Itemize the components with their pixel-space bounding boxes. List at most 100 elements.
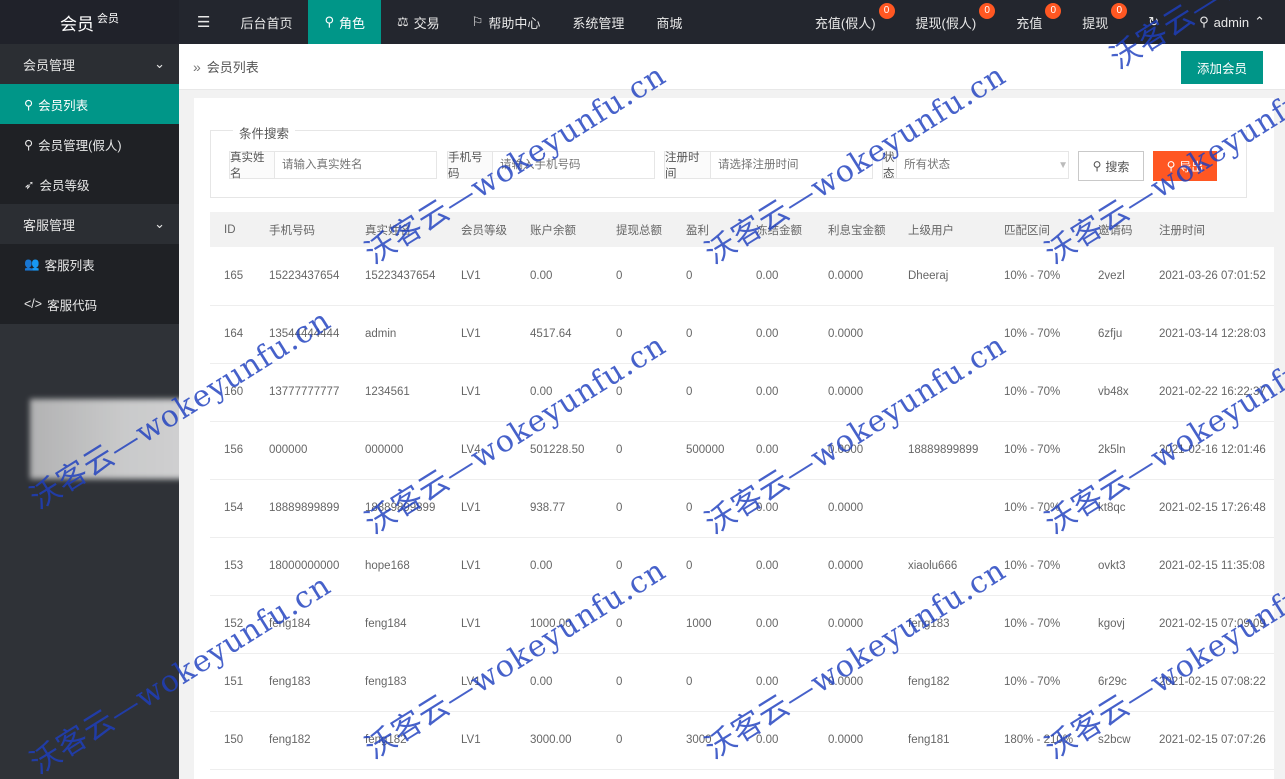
table-cell: 0.0000 [814, 421, 894, 480]
table-cell: 0 [602, 421, 672, 480]
nav-recharge[interactable]: 充值 0 [996, 0, 1062, 44]
nav-withdraw-fake[interactable]: 提现(假人) 0 [896, 0, 997, 44]
table-row[interactable]: 153 18000000000 hope168 LV1 0.00 0 0 0.00 0.0000… [210, 537, 1274, 596]
table-cell: feng182 [255, 711, 351, 770]
status-select[interactable] [897, 152, 1059, 178]
table-cell: 10% - 70% [990, 479, 1084, 538]
nav-trade[interactable]: ⚖ 交易 [381, 0, 456, 44]
table-cell: 0.00 [516, 653, 602, 712]
table-cell: kt8qc [1084, 479, 1145, 538]
nav-home[interactable]: 后台首页 [224, 0, 308, 44]
caret-down-icon: ▼ [1058, 159, 1068, 171]
column-header: 账户余额 [516, 212, 602, 247]
table-cell: feng184 [351, 595, 447, 654]
table-cell: hope168 [351, 537, 447, 596]
table-cell: 151 [210, 653, 255, 712]
table-cell: feng182 [894, 653, 990, 712]
table-cell [894, 363, 990, 422]
nav-right: 充值(假人) 0 提现(假人) 0 充值 0 提现 0 ↻ ⚲ admin ⌃ [795, 0, 1285, 44]
table-row[interactable]: 154 18889899899 18889899899 LV1 938.77 0 0 0.00… [210, 479, 1274, 538]
table-cell: 2021-03-14 12:28:03 [1145, 305, 1274, 364]
table-cell: 18889899899 [255, 479, 351, 538]
table-cell: feng184 [255, 595, 351, 654]
table-cell: 2021-02-16 12:01:46 [1145, 421, 1274, 480]
breadcrumb-item[interactable]: 会员列表 [207, 57, 259, 76]
phone-input[interactable] [493, 152, 654, 178]
table-cell: 0.00 [742, 537, 814, 596]
table-row[interactable]: 152 feng184 feng184 LV1 1000.00 0 1000 0.00 0.00… [210, 595, 1274, 654]
nav-shop[interactable]: 商城 [640, 0, 698, 44]
nav-recharge-fake[interactable]: 充值(假人) 0 [795, 0, 896, 44]
table-cell: 0 [602, 247, 672, 306]
column-header: ID [210, 212, 255, 247]
rocket-icon: ➶ [24, 177, 35, 192]
nav-system[interactable]: 系统管理 [556, 0, 640, 44]
table-cell: 0 [602, 653, 672, 712]
nav-help[interactable]: ⚐ 帮助中心 [456, 0, 557, 44]
column-header: 上级用户 [894, 212, 990, 247]
table-cell: 15223437654 [255, 247, 351, 306]
table-row[interactable]: 151 feng183 feng183 LV1 0.00 0 0 0.00 0.0000 feng… [210, 653, 1274, 712]
sidebar-group-members[interactable]: 会员管理 ⌄ [0, 44, 179, 84]
chevron-down-icon: ⌄ [154, 56, 165, 71]
breadcrumb: » 会员列表 添加会员 [179, 44, 1285, 90]
table-row[interactable]: 150 feng182 feng182 LV1 3000.00 0 3000 0.00 0.00… [210, 711, 1274, 770]
sidebar-item-member-list[interactable]: ⚲ 会员列表 [0, 84, 179, 124]
sidebar-group-service[interactable]: 客服管理 ⌄ [0, 204, 179, 244]
table-cell: 152 [210, 595, 255, 654]
register-time-input[interactable] [711, 152, 872, 178]
search-fieldset: 条件搜索 真实姓名 手机号码 注册时间 状态 ▼ ⚲搜索 ⚲导出 [210, 123, 1247, 198]
table-cell: ovkt3 [1084, 537, 1145, 596]
hamburger-icon[interactable]: ☰ [179, 0, 224, 44]
table-row[interactable]: 165 15223437654 15223437654 LV1 0.00 0 0 0.00 0.… [210, 247, 1274, 306]
phone-field: 手机号码 [447, 151, 655, 180]
user-icon: ⚲ [324, 14, 334, 29]
table-cell: LV1 [447, 363, 516, 422]
user-menu[interactable]: ⚲ admin ⌃ [1179, 0, 1285, 44]
table-row[interactable]: 164 13544444444 admin LV1 4517.64 0 0 0.00 0.000… [210, 305, 1274, 364]
table-cell: LV1 [447, 479, 516, 538]
top-navbar: 会员 会员 ☰ 后台首页 ⚲ 角色 ⚖ 交易 ⚐ 帮助中心 系统管理 商城 充值(假人)… [0, 0, 1285, 44]
table-cell: LV1 [447, 537, 516, 596]
search-button[interactable]: ⚲ 搜索 [1078, 151, 1144, 181]
table-cell: 6r29c [1084, 653, 1145, 712]
column-header: 注册时间 [1145, 212, 1274, 247]
sidebar-item-member-level[interactable]: ➶ 会员等级 [0, 164, 179, 204]
add-member-button[interactable]: 添加会员 [1181, 51, 1263, 84]
table-cell: 000000 [351, 421, 447, 480]
sidebar-item-service-list[interactable]: 👥 客服列表 [0, 244, 179, 284]
table-cell: 0 [672, 305, 742, 364]
table-cell: 2021-02-15 07:08:22 [1145, 653, 1274, 712]
export-button[interactable]: ⚲ 导出 [1153, 151, 1217, 181]
sidebar-item-member-fake[interactable]: ⚲ 会员管理(假人) [0, 124, 179, 164]
table-cell: 3000 [672, 711, 742, 770]
chevron-up-icon: ⌃ [1254, 14, 1265, 29]
table-cell: LV1 [447, 247, 516, 306]
table-cell: vb48x [1084, 363, 1145, 422]
column-header: 邀请码 [1084, 212, 1145, 247]
table-cell: 10% - 70% [990, 363, 1084, 422]
search-legend: 条件搜索 [233, 123, 296, 142]
flag-icon: ⚐ [471, 14, 484, 29]
sidebar-item-service-code[interactable]: </> 客服代码 [0, 284, 179, 324]
real-name-input[interactable] [275, 152, 436, 178]
table-cell: 0.00 [742, 421, 814, 480]
scale-icon: ⚖ [397, 14, 409, 29]
sidebar: 会员管理 ⌄ ⚲ 会员列表 ⚲ 会员管理(假人) ➶ 会员等级 客服管理 ⌄ 👥 客服列表 … [0, 44, 220, 779]
refresh-icon[interactable]: ↻ [1128, 0, 1179, 44]
table-cell: 2021-02-15 17:26:48 [1145, 479, 1274, 538]
nav-role[interactable]: ⚲ 角色 [308, 0, 382, 44]
table-row[interactable]: 156 000000 000000 LV4 501228.50 0 500000 0.00 0.… [210, 421, 1274, 480]
main-nav: ☰ 后台首页 ⚲ 角色 ⚖ 交易 ⚐ 帮助中心 系统管理 商城 [179, 0, 698, 44]
table-cell: admin [351, 305, 447, 364]
table-cell: 153 [210, 537, 255, 596]
table-cell: 2021-02-15 11:35:08 [1145, 537, 1274, 596]
logo[interactable]: 会员 会员 [0, 0, 179, 44]
table-row[interactable]: 160 13777777777 1234561 LV1 0.00 0 0 0.00 0.0000… [210, 363, 1274, 422]
table-cell: 0.00 [742, 247, 814, 306]
table-cell: 0.00 [742, 595, 814, 654]
nav-withdraw[interactable]: 提现 0 [1062, 0, 1128, 44]
table-cell: 164 [210, 305, 255, 364]
table-cell: 0.00 [742, 479, 814, 538]
column-header: 盈利 [672, 212, 742, 247]
